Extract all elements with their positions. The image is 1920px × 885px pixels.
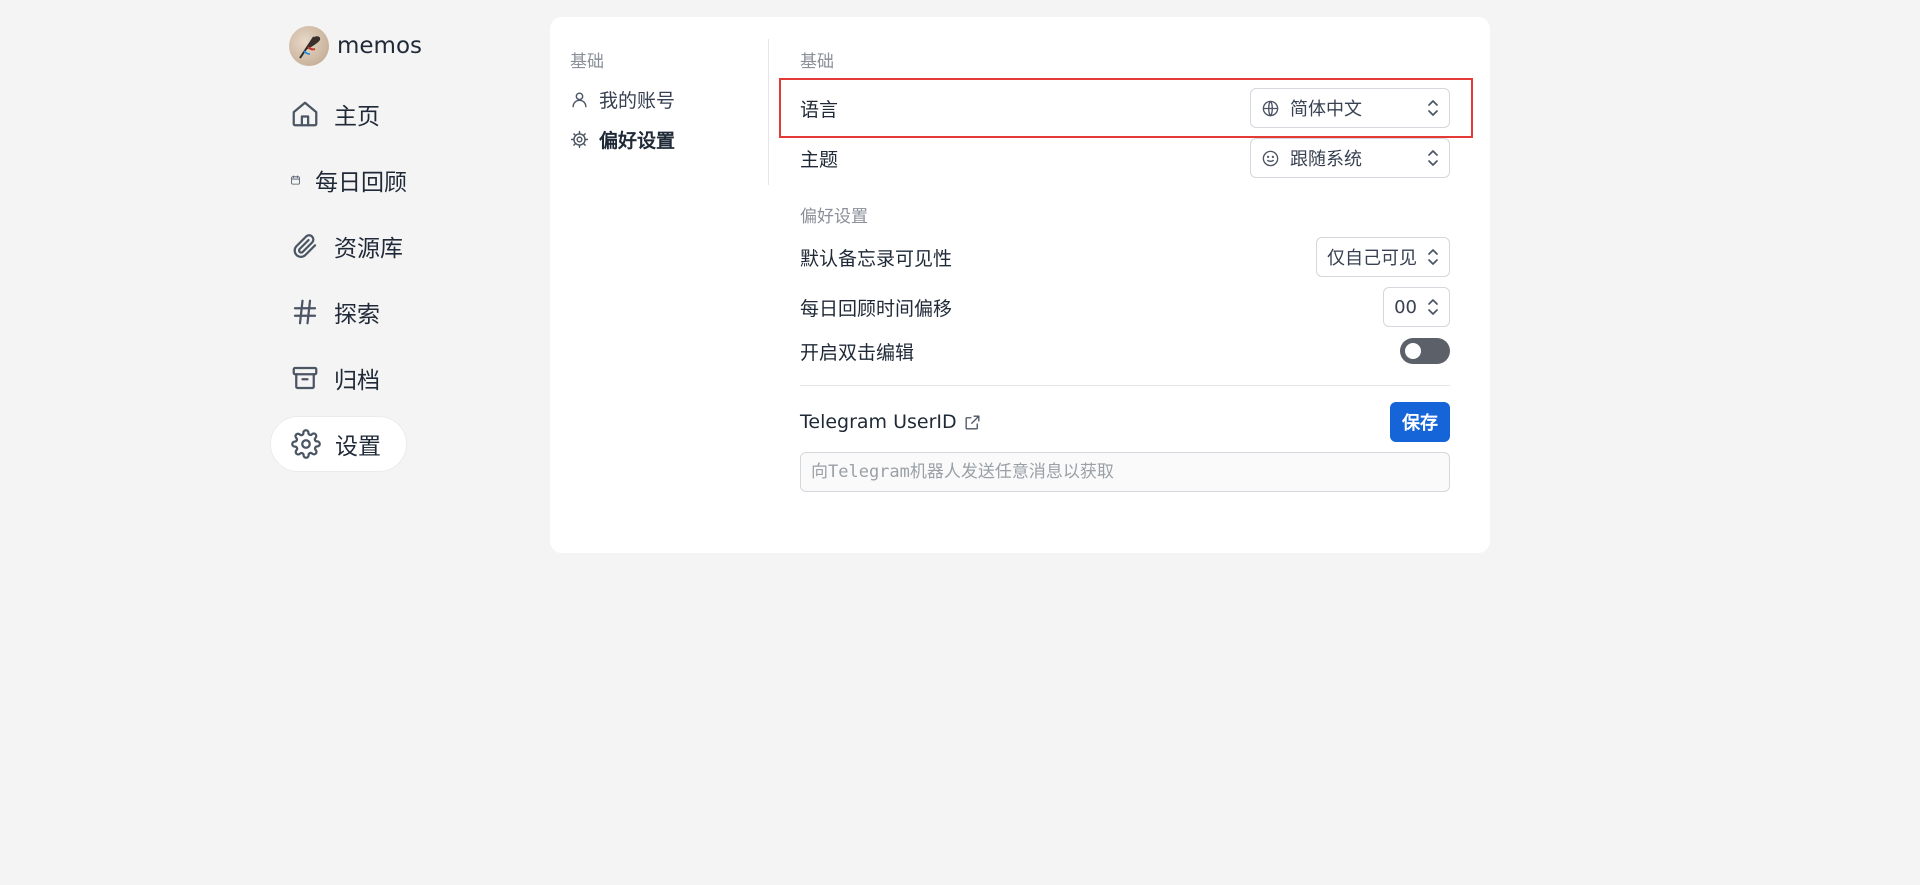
- theme-value: 跟随系统: [1290, 149, 1362, 170]
- chevron-up-down-icon: [1428, 249, 1438, 265]
- main-navigation: memos 主页 每日回顾 资源库 探索 归档 设置: [270, 22, 510, 482]
- settings-subnav: 基础 我的账号 偏好设置: [570, 47, 770, 164]
- gear-icon: [570, 130, 589, 148]
- nav-item-home[interactable]: 主页: [270, 86, 407, 142]
- language-value: 简体中文: [1290, 99, 1362, 120]
- nav-item-resources[interactable]: 资源库: [270, 218, 407, 274]
- avatar: [289, 26, 329, 66]
- review-offset-label: 每日回顾时间偏移: [800, 297, 953, 320]
- smile-icon: [1262, 150, 1279, 166]
- user-icon: [572, 91, 587, 107]
- nav-item-archive[interactable]: 归档: [270, 350, 407, 406]
- theme-row: 主题 跟随系统: [800, 136, 1450, 180]
- review-offset-row: 每日回顾时间偏移 00: [800, 285, 1450, 329]
- double-click-row: 开启双击编辑: [800, 335, 1450, 367]
- paperclip-icon: [293, 234, 317, 258]
- double-click-label: 开启双击编辑: [800, 341, 915, 364]
- section-title-basic: 基础: [800, 52, 834, 72]
- nav-item-settings[interactable]: 设置: [270, 416, 407, 472]
- nav-item-explore[interactable]: 探索: [270, 284, 407, 340]
- preferences-content: 基础 语言 简体中文 主题 跟随系统 偏好设置 默认备忘录可见性 仅自己可见 每…: [779, 47, 1473, 492]
- language-select[interactable]: 简体中文: [1250, 88, 1450, 128]
- subnav-item-preferences[interactable]: 偏好设置: [570, 124, 770, 154]
- theme-select[interactable]: 跟随系统: [1250, 138, 1450, 178]
- hash-icon: [293, 299, 317, 325]
- archive-icon: [292, 366, 318, 390]
- language-row: 语言 简体中文: [779, 78, 1473, 138]
- telegram-row: Telegram UserID 保存: [800, 402, 1450, 442]
- globe-icon: [1262, 100, 1279, 117]
- chevron-up-down-icon: [1428, 100, 1438, 116]
- nav-item-label: 资源库: [334, 236, 403, 262]
- calendar-icon: [291, 175, 300, 185]
- visibility-select[interactable]: 仅自己可见: [1316, 237, 1450, 277]
- telegram-label: Telegram UserID: [800, 411, 982, 433]
- brand-name: memos: [337, 33, 423, 59]
- visibility-value: 仅自己可见: [1327, 248, 1417, 269]
- subnav-group-title: 基础: [570, 52, 604, 72]
- double-click-toggle[interactable]: [1400, 338, 1450, 364]
- visibility-label: 默认备忘录可见性: [800, 247, 953, 270]
- telegram-userid-input[interactable]: [800, 452, 1450, 492]
- nav-item-label: 探索: [334, 302, 380, 328]
- nav-item-label: 归档: [334, 368, 380, 394]
- review-offset-select[interactable]: 00: [1383, 287, 1450, 327]
- telegram-label-text: Telegram UserID: [800, 411, 957, 433]
- visibility-row: 默认备忘录可见性 仅自己可见: [800, 235, 1450, 279]
- subnav-item-my-account[interactable]: 我的账号: [570, 84, 770, 114]
- nav-item-label: 设置: [335, 434, 381, 460]
- brand[interactable]: memos: [270, 22, 510, 70]
- subnav-divider: [768, 39, 769, 185]
- review-offset-value: 00: [1394, 296, 1417, 318]
- chevron-up-down-icon: [1428, 150, 1438, 166]
- nav-item-label: 主页: [334, 104, 380, 130]
- subnav-item-label: 我的账号: [599, 89, 676, 112]
- toggle-knob: [1405, 343, 1421, 359]
- subnav-item-label: 偏好设置: [599, 129, 676, 152]
- settings-card: 基础 我的账号 偏好设置 基础 语言 简体中文 主题 跟随系统 偏好设置 默认备…: [550, 17, 1490, 553]
- chevron-up-down-icon: [1428, 299, 1438, 315]
- theme-label: 主题: [800, 148, 839, 171]
- gear-icon: [291, 429, 321, 459]
- section-title-preferences: 偏好设置: [800, 207, 868, 227]
- home-icon: [292, 101, 318, 127]
- divider: [800, 385, 1450, 386]
- quill-logo-icon: [299, 36, 321, 59]
- external-link-icon[interactable]: [963, 413, 982, 432]
- save-button[interactable]: 保存: [1390, 402, 1450, 442]
- nav-item-daily-review[interactable]: 每日回顾: [270, 152, 407, 208]
- nav-item-label: 每日回顾: [315, 170, 407, 196]
- language-label: 语言: [800, 98, 839, 121]
